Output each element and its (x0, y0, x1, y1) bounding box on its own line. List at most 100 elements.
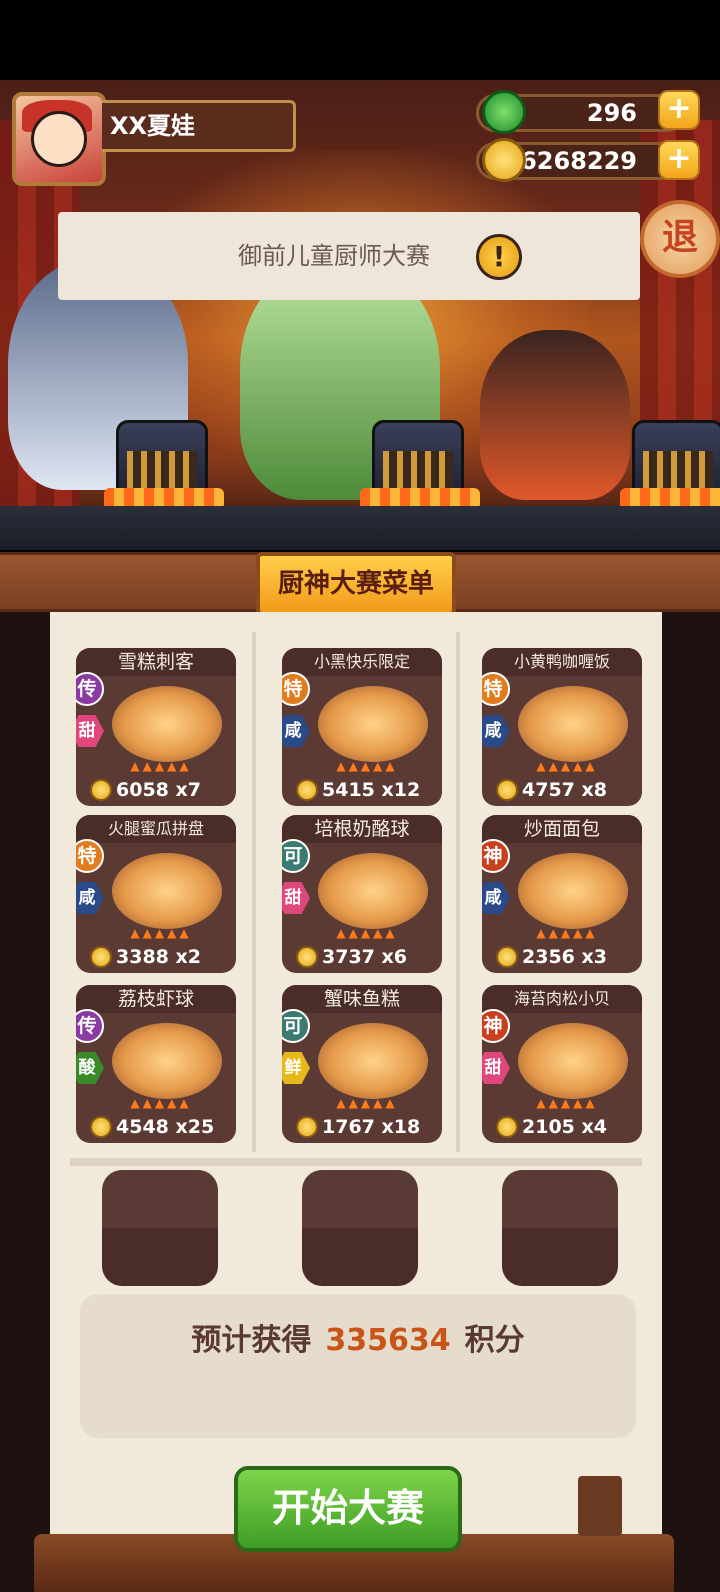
dish-image (112, 1023, 222, 1099)
dish-grade-badge: 神 (482, 1009, 510, 1043)
dish-price: 4548 (116, 1116, 169, 1138)
dish-card[interactable]: 炒面面包 ▲▲▲▲▲ 2356 x3 神咸 (482, 815, 642, 973)
row-divider (70, 1158, 642, 1166)
dish-price-row: 4757 x8 (482, 774, 642, 806)
flame-icons: ▲▲▲▲▲ (130, 1096, 192, 1110)
dish-grade-badge: 特 (482, 672, 510, 706)
dish-image (112, 686, 222, 762)
start-contest-button[interactable]: 开始大赛 (234, 1466, 462, 1552)
empty-dish-slot-1[interactable] (102, 1170, 218, 1286)
dish-price-row: 4548 x25 (76, 1111, 236, 1143)
dish-price-row: 5415 x12 (282, 774, 442, 806)
flame-icons: ▲▲▲▲▲ (336, 759, 398, 773)
dish-quantity: x7 (175, 779, 201, 801)
dish-flavor-badge: 鲜 (282, 1052, 310, 1084)
dish-quantity: x25 (175, 1116, 215, 1138)
jade-value: 296 (586, 99, 637, 127)
flame-icons: ▲▲▲▲▲ (536, 1096, 598, 1110)
column-divider (456, 632, 460, 1152)
dish-card[interactable]: 培根奶酪球 ▲▲▲▲▲ 3737 x6 可甜 (282, 815, 442, 973)
dish-grade-badge: 可 (282, 839, 310, 873)
event-banner[interactable]: 御前儿童厨师大赛 ! (58, 212, 640, 300)
dish-price: 1767 (322, 1116, 375, 1138)
dish-quantity: x6 (381, 946, 407, 968)
dish-quantity: x18 (381, 1116, 421, 1138)
dish-card[interactable]: 小黄鸭咖喱饭 ▲▲▲▲▲ 4757 x8 特咸 (482, 648, 642, 806)
dish-price: 2356 (522, 946, 575, 968)
jade-coin-icon (482, 90, 526, 134)
dish-card[interactable]: 海苔肉松小贝 ▲▲▲▲▲ 2105 x4 神甜 (482, 985, 642, 1143)
dish-quantity: x8 (581, 779, 607, 801)
dish-image (518, 1023, 628, 1099)
dish-grade-badge: 传 (76, 672, 104, 706)
dish-price-row: 3388 x2 (76, 941, 236, 973)
dish-name: 炒面面包 (482, 815, 642, 843)
dish-price: 6058 (116, 779, 169, 801)
event-title: 御前儿童厨师大赛 (238, 242, 430, 270)
dish-price: 4757 (522, 779, 575, 801)
kitchen-tools-decoration (578, 1476, 622, 1536)
menu-title: 厨神大赛菜单 (256, 552, 456, 616)
dish-name: 蟹味鱼糕 (282, 985, 442, 1013)
dish-image (318, 686, 428, 762)
dish-grade-badge: 特 (282, 672, 310, 706)
dish-grade-badge: 特 (76, 839, 104, 873)
dish-price: 5415 (322, 779, 375, 801)
dish-image (318, 853, 428, 929)
dish-name: 荔枝虾球 (76, 985, 236, 1013)
dish-flavor-badge: 咸 (76, 882, 104, 914)
exit-button[interactable]: 退 (640, 200, 720, 278)
empty-dish-slot-3[interactable] (502, 1170, 618, 1286)
expected-score-panel: 预计获得 335634 积分 (80, 1294, 636, 1438)
dish-grade-badge: 传 (76, 1009, 104, 1043)
right-wall (662, 612, 720, 1592)
counter-strip (0, 506, 720, 550)
dish-quantity: x3 (581, 946, 607, 968)
dish-name: 小黄鸭咖喱饭 (482, 648, 642, 676)
dish-price-row: 3737 x6 (282, 941, 442, 973)
dish-flavor-badge: 甜 (482, 1052, 510, 1084)
dish-price-row: 2356 x3 (482, 941, 642, 973)
dish-name: 小黑快乐限定 (282, 648, 442, 676)
dish-flavor-badge: 咸 (282, 715, 310, 747)
score-prefix: 预计获得 (191, 1323, 312, 1358)
gold-add-button[interactable]: + (658, 140, 700, 180)
score-value: 335634 (325, 1323, 451, 1358)
dish-flavor-badge: 咸 (482, 882, 510, 914)
gold-coin-icon (482, 138, 526, 182)
dish-card[interactable]: 雪糕刺客 ▲▲▲▲▲ 6058 x7 传甜 (76, 648, 236, 806)
dish-image (112, 853, 222, 929)
dish-image (518, 686, 628, 762)
empty-dish-slot-2[interactable] (302, 1170, 418, 1286)
dish-flavor-badge: 甜 (76, 715, 104, 747)
dish-image (318, 1023, 428, 1099)
avatar-face (31, 111, 87, 167)
dish-name: 培根奶酪球 (282, 815, 442, 843)
flame-icons: ▲▲▲▲▲ (536, 926, 598, 940)
dish-card[interactable]: 蟹味鱼糕 ▲▲▲▲▲ 1767 x18 可鲜 (282, 985, 442, 1143)
dish-grade-badge: 神 (482, 839, 510, 873)
dish-card[interactable]: 荔枝虾球 ▲▲▲▲▲ 4548 x25 传酸 (76, 985, 236, 1143)
player-name: XX夏娃 (102, 100, 296, 152)
dish-quantity: x4 (581, 1116, 607, 1138)
dish-price: 2105 (522, 1116, 575, 1138)
chef-character-right (480, 330, 630, 500)
flame-icons: ▲▲▲▲▲ (336, 926, 398, 940)
flame-icons: ▲▲▲▲▲ (130, 926, 192, 940)
dish-card[interactable]: 火腿蜜瓜拼盘 ▲▲▲▲▲ 3388 x2 特咸 (76, 815, 236, 973)
alert-icon[interactable]: ! (476, 234, 522, 280)
status-bar-area (0, 0, 720, 80)
jade-add-button[interactable]: + (658, 90, 700, 130)
dish-price-row: 1767 x18 (282, 1111, 442, 1143)
dish-flavor-badge: 酸 (76, 1052, 104, 1084)
score-suffix: 积分 (464, 1323, 525, 1358)
dish-card[interactable]: 小黑快乐限定 ▲▲▲▲▲ 5415 x12 特咸 (282, 648, 442, 806)
player-avatar[interactable] (12, 92, 106, 186)
dish-price: 3737 (322, 946, 375, 968)
dish-quantity: x12 (381, 779, 421, 801)
flame-icons: ▲▲▲▲▲ (336, 1096, 398, 1110)
left-wall (0, 612, 50, 1592)
dish-flavor-badge: 咸 (482, 715, 510, 747)
flame-icons: ▲▲▲▲▲ (130, 759, 192, 773)
dish-grade-badge: 可 (282, 1009, 310, 1043)
